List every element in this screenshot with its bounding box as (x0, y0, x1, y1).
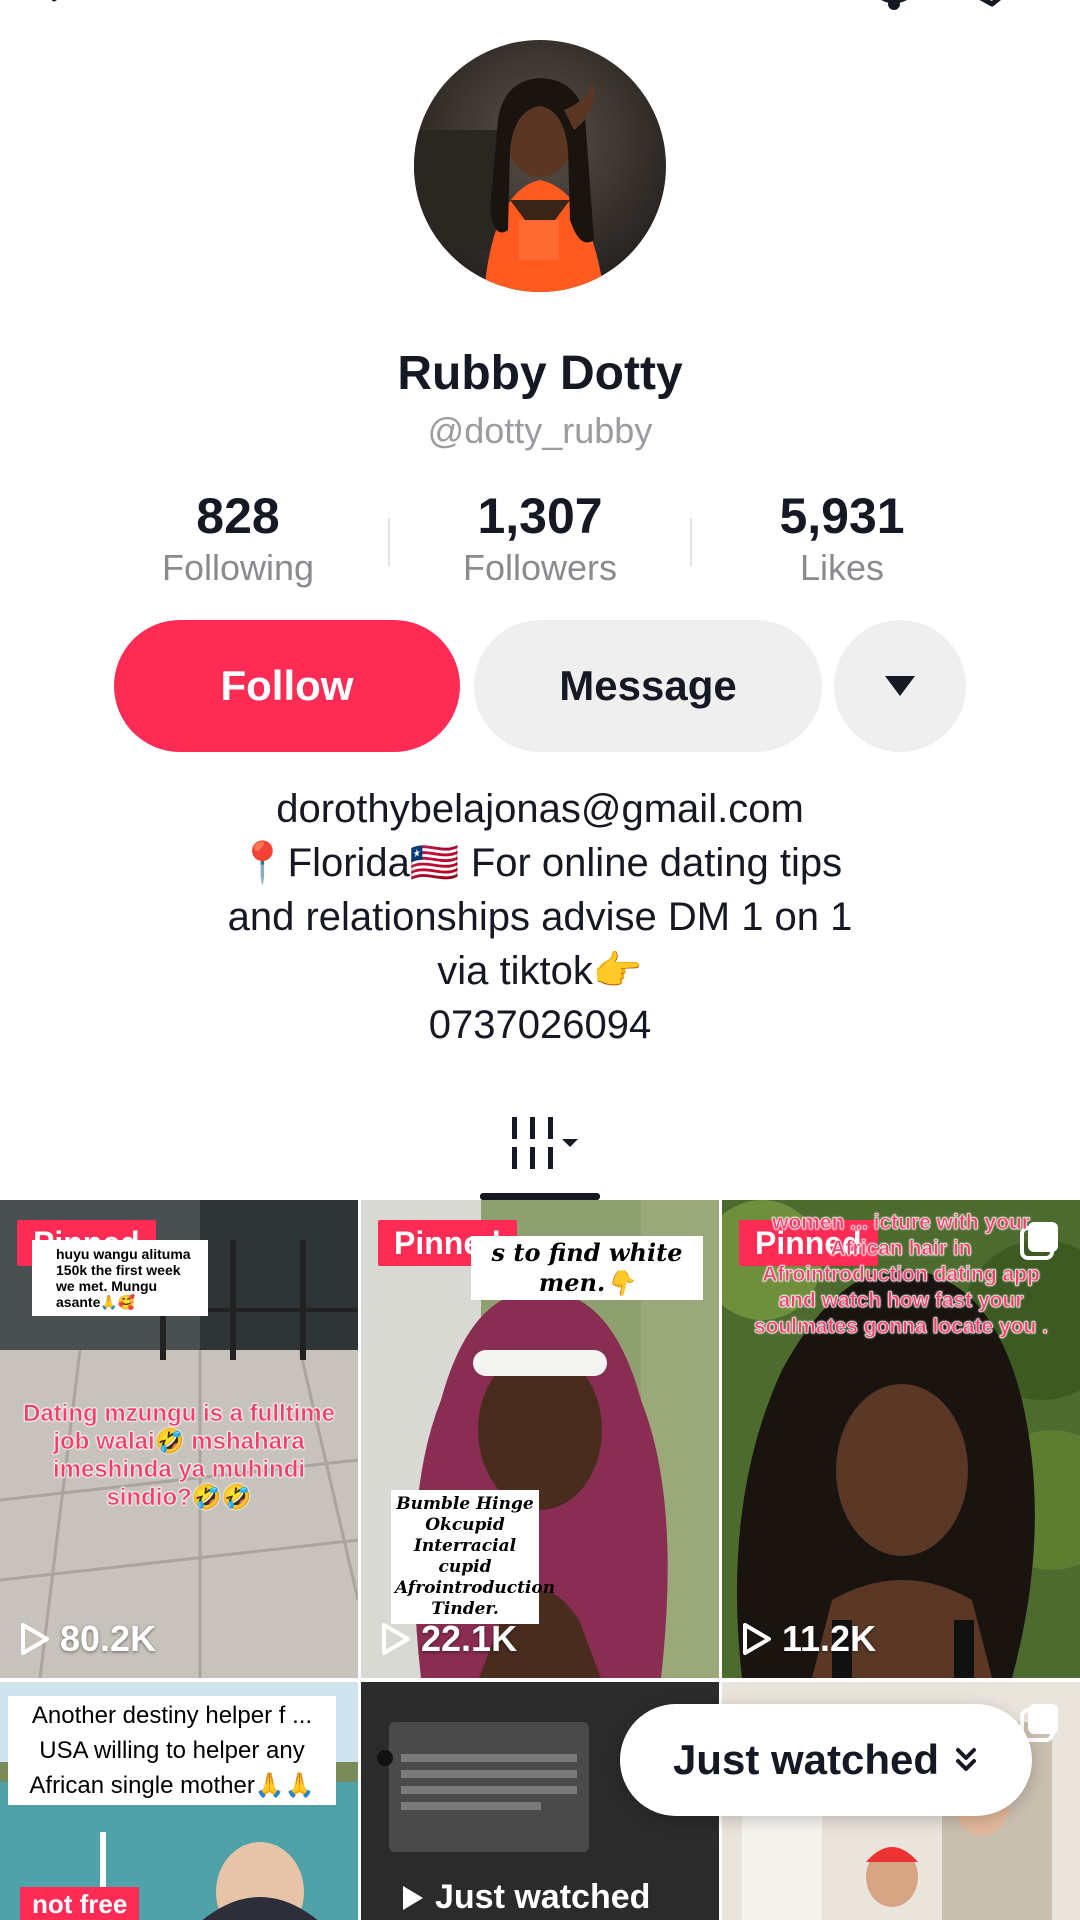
back-arrow-icon[interactable] (46, 0, 76, 12)
bio-line: dorothybelajonas@gmail.com (276, 787, 804, 831)
play-icon (21, 1623, 49, 1655)
video-thumbnail[interactable]: Pinned huyu wangu alituma 150k the first… (0, 1200, 358, 1678)
stat-followers[interactable]: 1,307 Followers (390, 488, 690, 592)
view-count-value: 80.2K (60, 1618, 157, 1659)
just-watched-text: Just watched (435, 1878, 651, 1916)
content-tabs (0, 1105, 1080, 1200)
bio-line: 0737026094 (428, 1003, 652, 1047)
share-icon[interactable] (966, 0, 1016, 12)
caret-down-icon (885, 676, 915, 696)
just-watched-overlay: Just watched (401, 1878, 650, 1917)
view-count: 22.1K (381, 1618, 517, 1660)
message-button[interactable]: Message (474, 620, 822, 752)
just-watched-button[interactable]: Just watched (620, 1704, 1032, 1816)
stat-value: 828 (196, 488, 280, 544)
notification-bell-icon[interactable] (866, 0, 922, 12)
profile-stats: 828 Following 1,307 Followers 5,931 Like… (0, 488, 1080, 588)
play-icon (743, 1623, 771, 1655)
comment-reply-note: huyu wangu alituma 150k the first week w… (32, 1240, 208, 1316)
video-caption: women ... icture with your African hair … (753, 1211, 1049, 1339)
bio-line: via tiktok👉 (437, 949, 643, 993)
bio-line: 📍Florida🇱🇷 For online dating tips (237, 841, 843, 885)
stat-label: Followers (462, 547, 618, 588)
stat-following[interactable]: 828 Following (88, 488, 388, 592)
follow-button[interactable]: Follow (114, 620, 460, 752)
stat-label: Likes (799, 547, 885, 588)
view-count: 80.2K (20, 1618, 156, 1660)
bio-line: and relationships advise DM 1 on 1 (227, 895, 853, 939)
video-thumbnail[interactable]: Pinned women ... icture with your Africa… (722, 1200, 1080, 1678)
dating-app-list: Bumble Hinge Okcupid Interracial cupid A… (391, 1490, 555, 1624)
display-name: Rubby Dotty (397, 347, 683, 400)
play-icon (403, 1885, 423, 1910)
videos-grid-tab-icon[interactable] (510, 1115, 582, 1173)
double-chevron-down-icon (956, 1748, 977, 1771)
stat-label: Following (161, 547, 315, 588)
view-count-value: 11.2K (782, 1618, 877, 1659)
video-thumbnail[interactable]: Pinned s to find white men.👇 Bumble Hing… (361, 1200, 719, 1678)
not-free-tag: not free (20, 1887, 140, 1920)
view-count: 11.2K (742, 1618, 876, 1660)
play-icon (382, 1623, 410, 1655)
avatar[interactable] (414, 40, 666, 292)
video-caption: Another destiny helper f ... USA willing… (8, 1696, 336, 1805)
avatar-photo (414, 40, 666, 292)
username: @dotty_rubby (427, 410, 653, 451)
video-caption: Dating mzungu is a fulltime job walai🤣 m… (22, 1400, 336, 1512)
more-options-button[interactable] (834, 620, 966, 752)
top-bar (0, 0, 1080, 16)
stat-value: 5,931 (779, 488, 905, 544)
just-watched-label: Just watched (672, 1736, 940, 1783)
profile-bio: dorothybelajonas@gmail.com 📍Florida🇱🇷 Fo… (60, 782, 1020, 1052)
video-caption-top: s to find white men.👇 (471, 1236, 703, 1300)
video-thumbnail[interactable]: Another destiny helper f ... USA willing… (0, 1682, 358, 1920)
stat-value: 1,307 (477, 488, 603, 544)
stat-likes[interactable]: 5,931 Likes (692, 488, 992, 592)
active-tab-indicator (480, 1193, 600, 1200)
view-count-value: 22.1K (421, 1618, 518, 1659)
